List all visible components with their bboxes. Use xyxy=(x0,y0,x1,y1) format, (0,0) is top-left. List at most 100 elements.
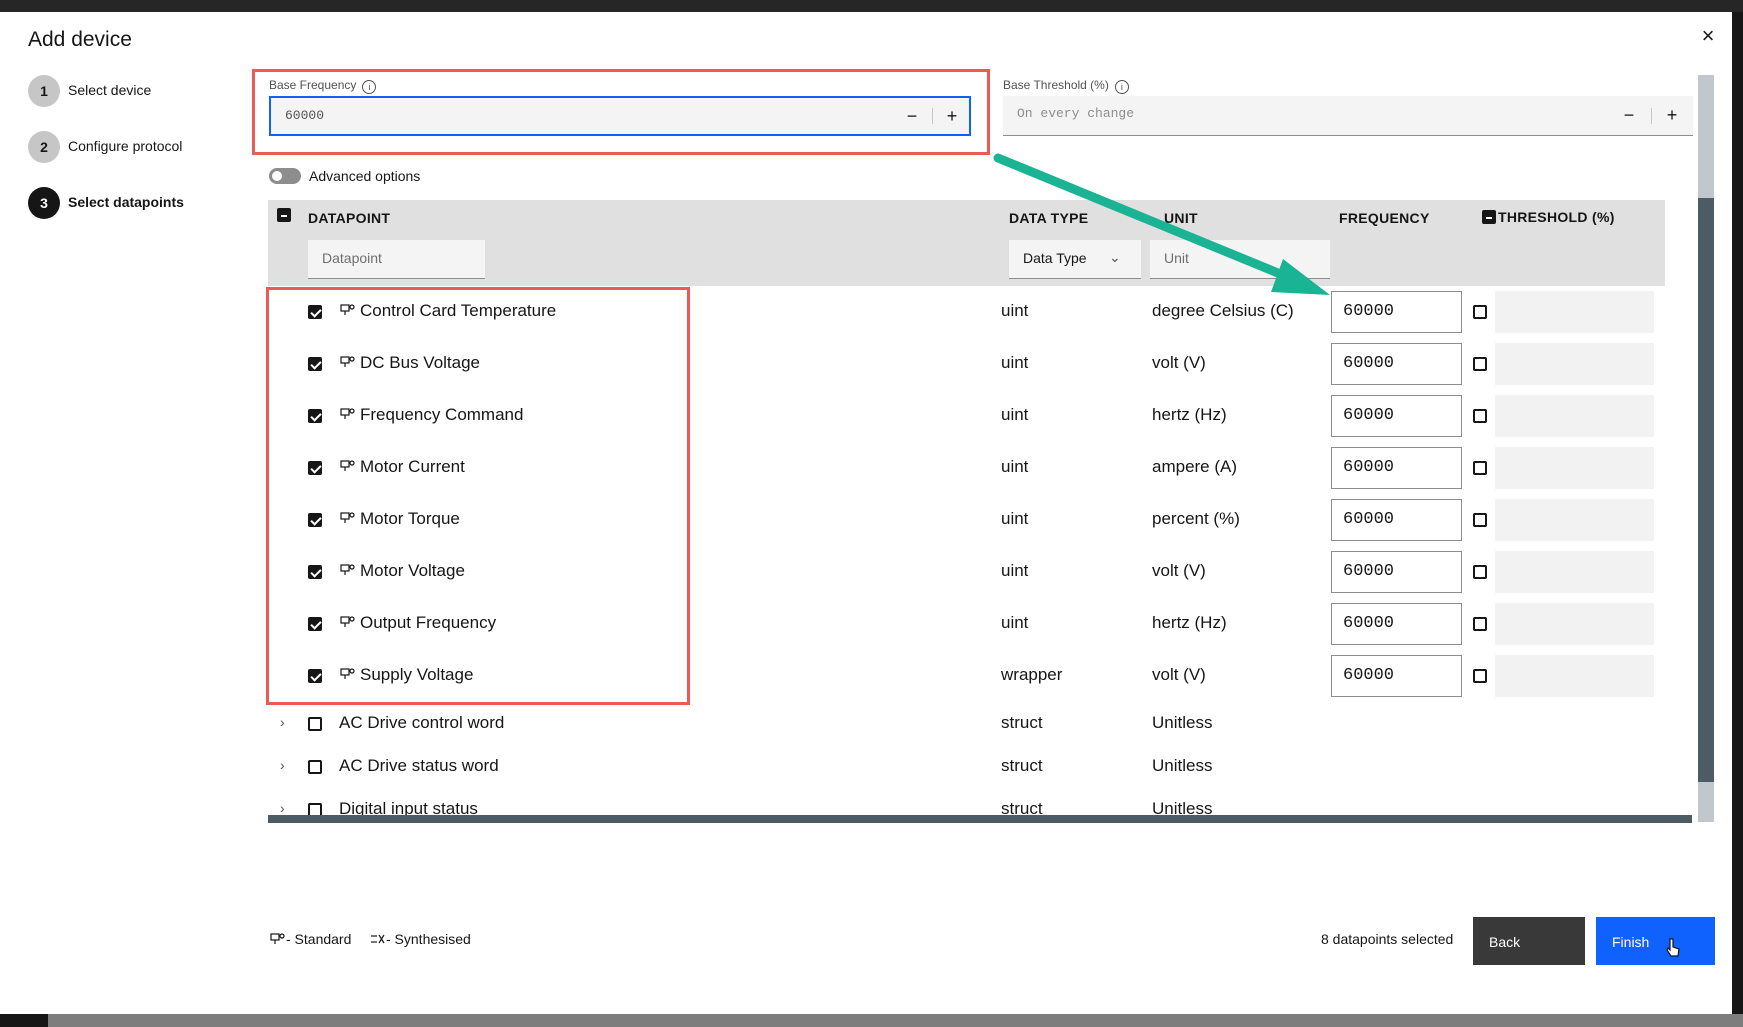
step-select-datapoints[interactable]: 3 Select datapoints xyxy=(28,187,248,219)
finish-button[interactable]: Finish xyxy=(1596,917,1715,965)
row-checkbox[interactable] xyxy=(308,409,322,423)
select-all-checkbox[interactable] xyxy=(277,208,291,222)
close-icon[interactable]: × xyxy=(1694,22,1722,50)
data-type-cell: uint xyxy=(1001,457,1029,476)
standard-datapoint-icon xyxy=(340,616,355,627)
col-threshold[interactable]: THRESHOLD (%) xyxy=(1498,209,1615,225)
step-configure-protocol[interactable]: 2 Configure protocol xyxy=(28,131,248,163)
row-checkbox[interactable] xyxy=(308,717,322,731)
standard-datapoint-icon xyxy=(340,408,355,419)
frequency-input[interactable]: 60000 xyxy=(1331,447,1462,489)
standard-datapoint-icon xyxy=(340,512,355,523)
decrement-button[interactable]: − xyxy=(893,98,931,134)
info-icon[interactable]: i xyxy=(1114,80,1129,94)
data-type-cell: uint xyxy=(1001,509,1029,528)
frequency-input[interactable]: 60000 xyxy=(1331,291,1462,333)
chevron-right-icon[interactable]: › xyxy=(280,757,285,773)
legend-synthesised-label: - Synthesised xyxy=(386,931,471,947)
threshold-select-checkbox[interactable] xyxy=(1482,210,1496,224)
datapoint-name: Motor Current xyxy=(340,457,465,477)
threshold-input xyxy=(1495,499,1654,541)
standard-datapoint-icon xyxy=(340,356,355,367)
chevron-right-icon[interactable]: › xyxy=(280,714,285,730)
row-checkbox[interactable] xyxy=(308,617,322,631)
datapoint-name-text: Supply Voltage xyxy=(360,665,474,684)
datapoint-name-text: Output Frequency xyxy=(360,613,497,632)
datapoint-name-text: Control Card Temperature xyxy=(360,301,557,320)
frequency-input[interactable]: 60000 xyxy=(1331,499,1462,541)
unit-cell: volt (V) xyxy=(1152,665,1206,684)
step-select-device[interactable]: 1 Select device xyxy=(28,75,248,107)
frequency-input[interactable]: 60000 xyxy=(1331,655,1462,697)
backdrop-bottom xyxy=(0,1014,1743,1027)
vertical-scrollbar-thumb[interactable] xyxy=(1698,198,1714,782)
threshold-checkbox[interactable] xyxy=(1473,617,1487,631)
base-frequency-input[interactable]: 60000 − + xyxy=(269,96,971,136)
datapoint-name: Control Card Temperature xyxy=(340,301,556,321)
base-threshold-input[interactable]: On every change − + xyxy=(1003,96,1693,136)
unit-cell: Unitless xyxy=(1152,756,1213,775)
frequency-input[interactable]: 60000 xyxy=(1331,551,1462,593)
divider xyxy=(1651,108,1652,124)
threshold-checkbox[interactable] xyxy=(1473,409,1487,423)
data-type-cell: struct xyxy=(1001,756,1043,775)
increment-button[interactable]: + xyxy=(1653,96,1691,135)
table-clip xyxy=(268,815,1698,905)
advanced-options-toggle[interactable] xyxy=(269,168,301,184)
threshold-checkbox[interactable] xyxy=(1473,461,1487,475)
threshold-input xyxy=(1495,603,1654,645)
toggle-knob xyxy=(272,171,282,181)
datapoint-name: Frequency Command xyxy=(340,405,523,425)
standard-datapoint-icon xyxy=(340,564,355,575)
increment-button[interactable]: + xyxy=(933,98,971,134)
threshold-checkbox[interactable] xyxy=(1473,305,1487,319)
synthesised-datapoint-icon xyxy=(371,934,385,944)
col-frequency[interactable]: FREQUENCY xyxy=(1339,210,1430,226)
data-type-cell: uint xyxy=(1001,405,1029,424)
standard-datapoint-icon xyxy=(270,933,285,944)
decrement-button[interactable]: − xyxy=(1610,96,1648,135)
base-frequency-label: Base Frequency i xyxy=(269,78,377,94)
data-type-cell: uint xyxy=(1001,353,1029,372)
arrow-shaft xyxy=(993,153,1300,285)
datapoint-name: Output Frequency xyxy=(340,613,496,633)
row-checkbox[interactable] xyxy=(308,461,322,475)
row-checkbox[interactable] xyxy=(308,513,322,527)
legend-standard: - Standard xyxy=(270,931,351,947)
col-datapoint[interactable]: DATAPOINT xyxy=(308,210,390,226)
annotation-arrow xyxy=(993,153,1330,295)
base-threshold-label: Base Threshold (%) i xyxy=(1003,78,1129,94)
unit-cell: percent (%) xyxy=(1152,509,1240,528)
threshold-checkbox[interactable] xyxy=(1473,565,1487,579)
datapoint-filter-input[interactable]: Datapoint xyxy=(308,240,485,279)
threshold-checkbox[interactable] xyxy=(1473,513,1487,527)
standard-datapoint-icon xyxy=(340,668,355,679)
row-checkbox[interactable] xyxy=(308,565,322,579)
unit-cell: hertz (Hz) xyxy=(1152,613,1227,632)
threshold-checkbox[interactable] xyxy=(1473,669,1487,683)
data-type-cell: wrapper xyxy=(1001,665,1063,684)
step-number: 2 xyxy=(28,131,60,163)
unit-cell: volt (V) xyxy=(1152,561,1206,580)
threshold-checkbox[interactable] xyxy=(1473,357,1487,371)
back-button[interactable]: Back xyxy=(1473,917,1585,965)
frequency-input[interactable]: 60000 xyxy=(1331,603,1462,645)
info-icon[interactable]: i xyxy=(362,80,377,94)
datapoint-name: Motor Torque xyxy=(340,509,460,529)
frequency-input[interactable]: 60000 xyxy=(1331,395,1462,437)
threshold-input xyxy=(1495,655,1654,697)
datapoint-name: Motor Voltage xyxy=(340,561,465,581)
row-checkbox[interactable] xyxy=(308,305,322,319)
row-checkbox[interactable] xyxy=(308,760,322,774)
arrow-head xyxy=(1271,259,1330,295)
chevron-right-icon[interactable]: › xyxy=(280,800,285,816)
step-label: Select device xyxy=(68,82,152,98)
datapoint-name-text: Motor Voltage xyxy=(360,561,465,580)
row-checkbox[interactable] xyxy=(308,669,322,683)
threshold-input xyxy=(1495,291,1654,333)
row-checkbox[interactable] xyxy=(308,357,322,371)
horizontal-scrollbar[interactable] xyxy=(268,815,1692,823)
frequency-input[interactable]: 60000 xyxy=(1331,343,1462,385)
datapoint-name-text: Motor Torque xyxy=(360,509,460,528)
unit-cell: volt (V) xyxy=(1152,353,1206,372)
